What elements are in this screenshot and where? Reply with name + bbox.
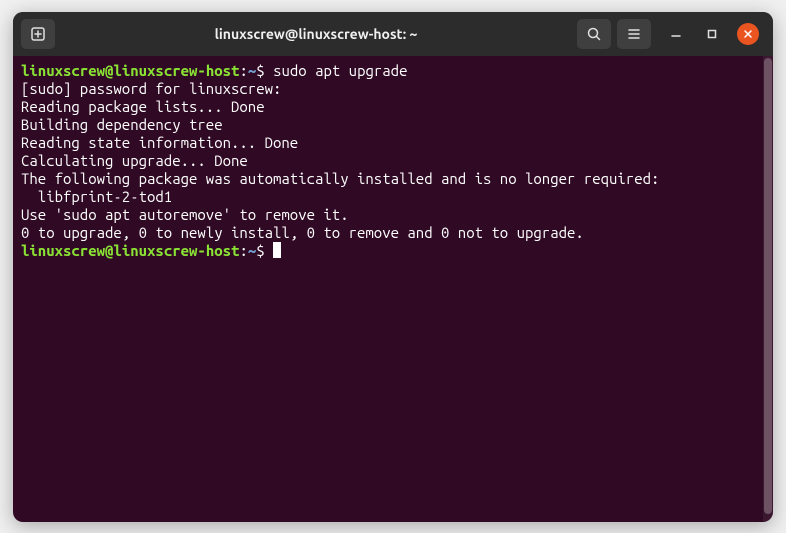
terminal-line: libfprint-2-tod1 [21, 188, 755, 206]
command-text: sudo apt upgrade [273, 62, 407, 79]
prompt-dollar: $ [256, 242, 273, 259]
prompt-user: linuxscrew [21, 62, 105, 79]
new-tab-icon [30, 26, 46, 42]
hamburger-icon [626, 26, 642, 42]
terminal-line: Reading package lists... Done [21, 98, 755, 116]
terminal-line: 0 to upgrade, 0 to newly install, 0 to r… [21, 224, 755, 242]
terminal-line: Calculating upgrade... Done [21, 152, 755, 170]
minimize-icon [671, 29, 681, 39]
terminal-line: Building dependency tree [21, 116, 755, 134]
close-button[interactable] [737, 23, 759, 45]
new-tab-button[interactable] [21, 19, 55, 49]
terminal-line: linuxscrew@linuxscrew-host:~$ [21, 242, 755, 260]
prompt-host: linuxscrew-host [113, 242, 239, 259]
scrollbar[interactable] [763, 56, 773, 522]
terminal-line: Use 'sudo apt autoremove' to remove it. [21, 206, 755, 224]
search-button[interactable] [577, 19, 611, 49]
prompt-colon: : [239, 242, 247, 259]
prompt-colon: : [239, 62, 247, 79]
terminal-line: linuxscrew@linuxscrew-host:~$ sudo apt u… [21, 62, 755, 80]
prompt-path: ~ [248, 62, 256, 79]
window-title: linuxscrew@linuxscrew-host: ~ [61, 26, 571, 42]
titlebar: linuxscrew@linuxscrew-host: ~ [13, 12, 773, 56]
maximize-button[interactable] [701, 23, 723, 45]
terminal-body-wrap: linuxscrew@linuxscrew-host:~$ sudo apt u… [13, 56, 773, 522]
search-icon [586, 26, 602, 42]
terminal-body[interactable]: linuxscrew@linuxscrew-host:~$ sudo apt u… [13, 56, 763, 522]
terminal-line: [sudo] password for linuxscrew: [21, 80, 755, 98]
terminal-line: The following package was automatically … [21, 170, 755, 188]
close-icon [743, 29, 753, 39]
maximize-icon [707, 29, 717, 39]
scrollbar-thumb[interactable] [764, 58, 772, 515]
prompt-user: linuxscrew [21, 242, 105, 259]
terminal-window: linuxscrew@linuxscrew-host: ~ [13, 12, 773, 522]
prompt-path: ~ [248, 242, 256, 259]
cursor [273, 242, 281, 258]
window-controls [665, 23, 759, 45]
minimize-button[interactable] [665, 23, 687, 45]
prompt-dollar: $ [256, 62, 273, 79]
terminal-line: Reading state information... Done [21, 134, 755, 152]
menu-button[interactable] [617, 19, 651, 49]
prompt-host: linuxscrew-host [113, 62, 239, 79]
